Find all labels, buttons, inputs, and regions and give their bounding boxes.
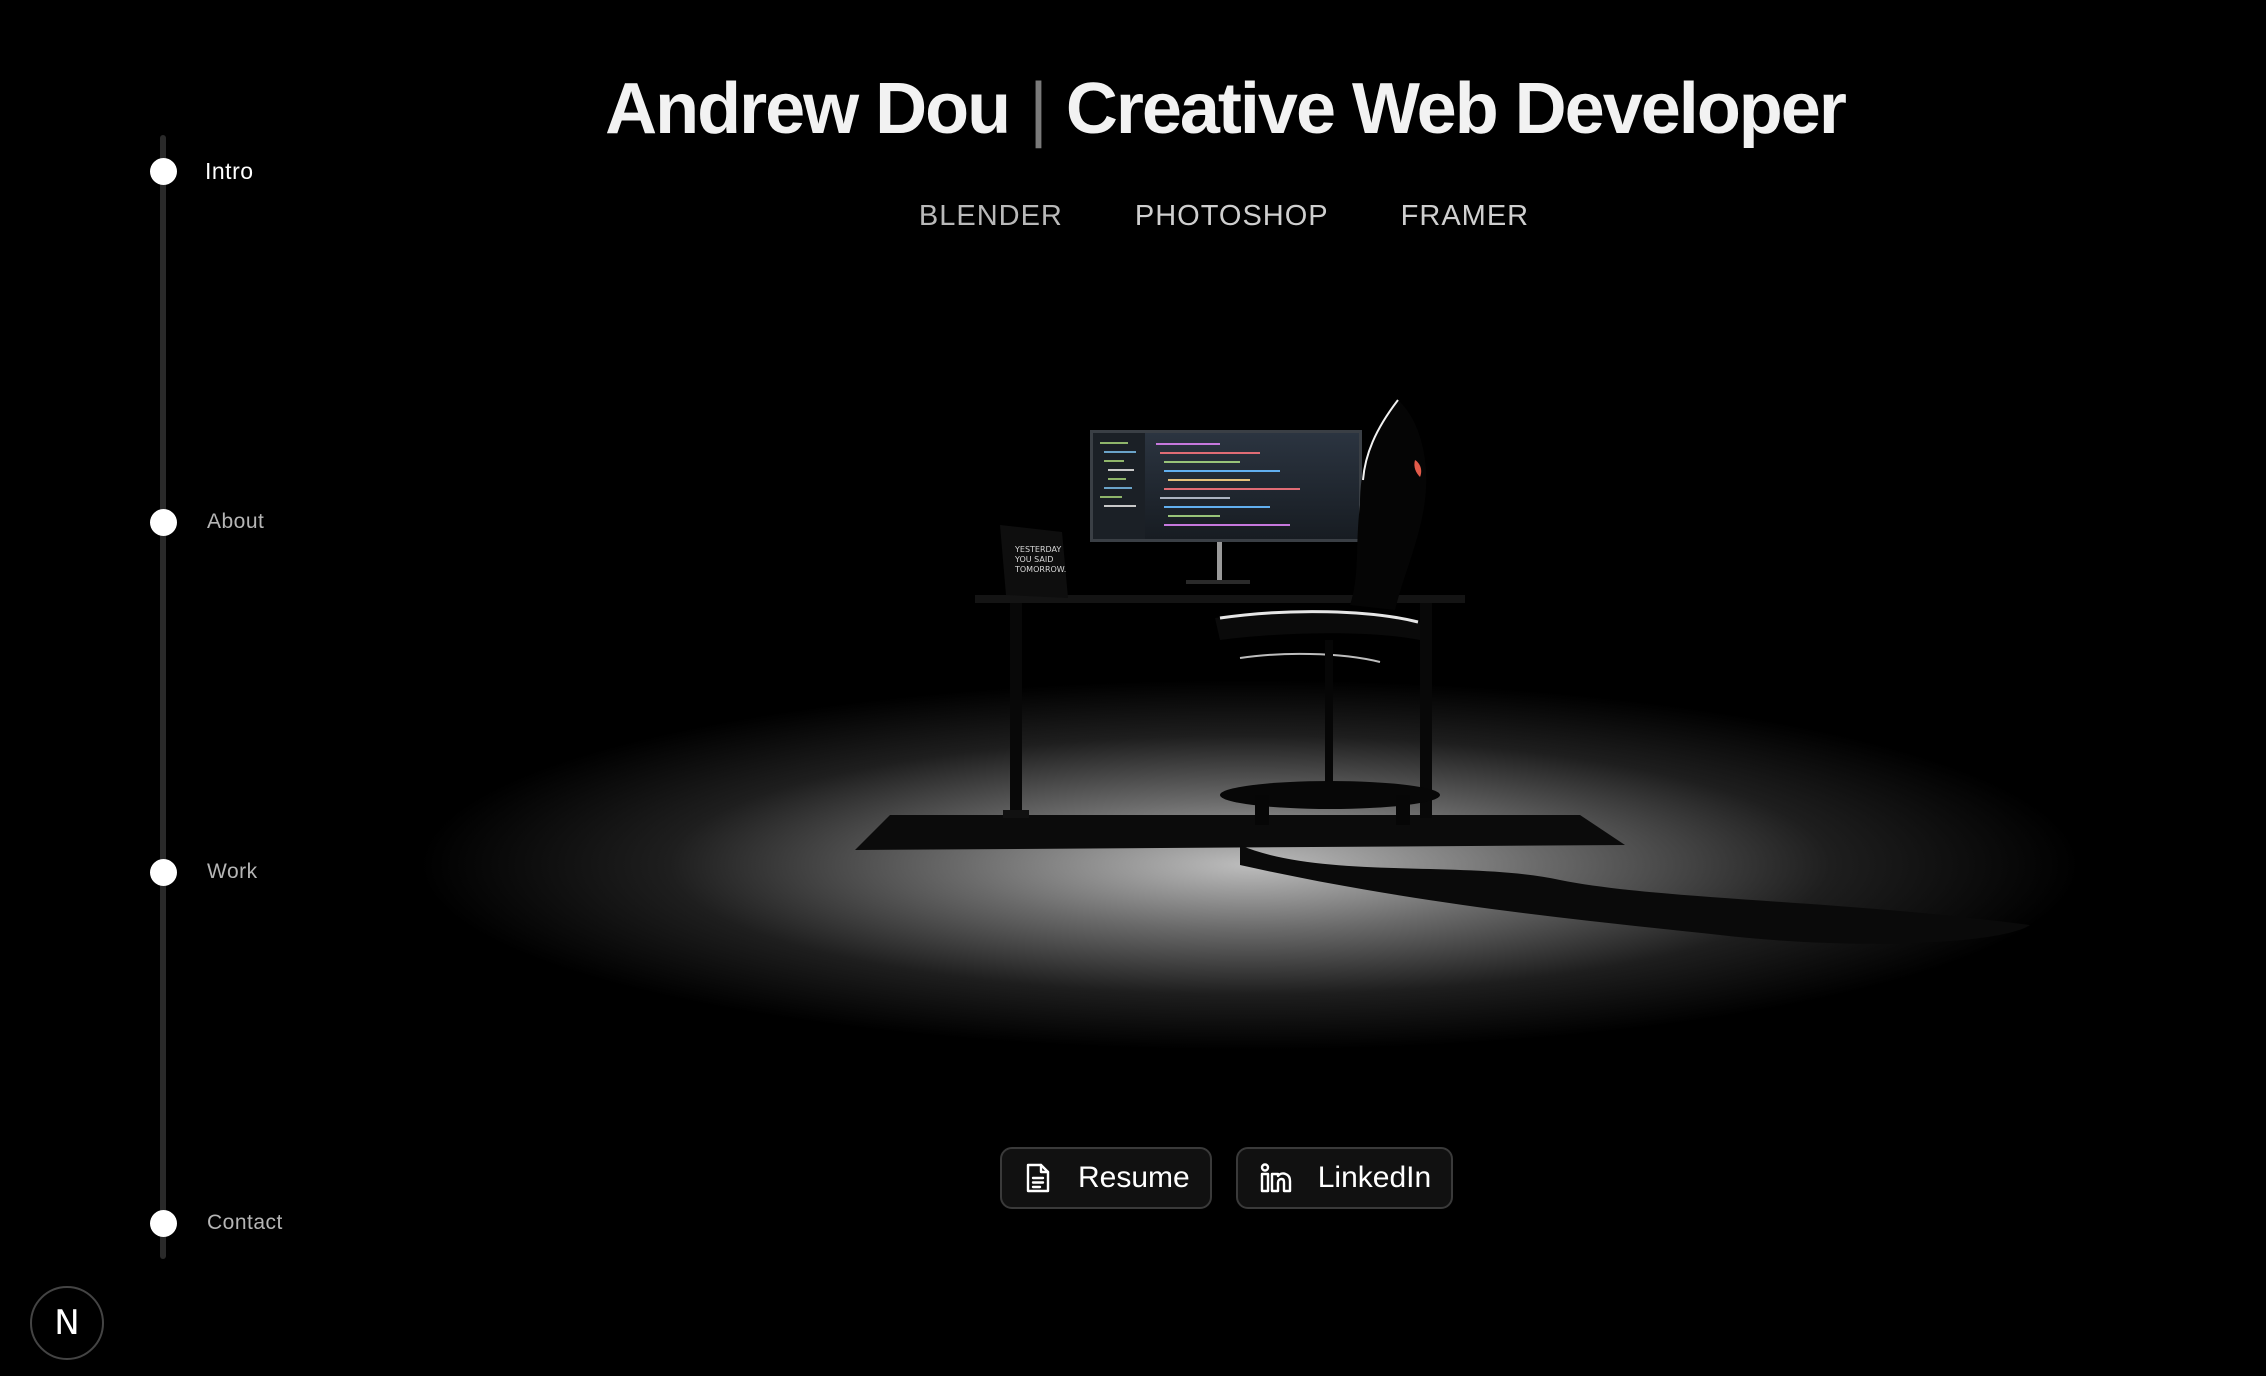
nav-item-contact[interactable]: Contact [150, 1208, 283, 1238]
timeline-dot [150, 508, 177, 536]
nav-item-label: Contact [207, 1211, 283, 1234]
poster-line-1: YESTERDAY [1014, 545, 1061, 554]
monitor [1090, 430, 1362, 584]
nav-item-intro[interactable]: Intro [150, 156, 254, 186]
poster-line-2: YOU SAID [1014, 555, 1053, 564]
title-role: Creative Web Developer [1065, 69, 1847, 149]
nav-item-label: Intro [205, 157, 254, 184]
rug [855, 815, 1625, 850]
logo-letter: N [54, 1303, 80, 1343]
site-logo-button[interactable]: N [30, 1286, 104, 1360]
timeline-dot [150, 157, 177, 185]
timeline-dot [150, 1209, 177, 1237]
nav-item-about[interactable]: About [150, 507, 264, 537]
nav-item-label: About [207, 510, 265, 533]
linkedin-icon [1260, 1163, 1292, 1193]
timeline-track [160, 135, 166, 1259]
linkedin-button-label: LinkedIn [1317, 1161, 1432, 1194]
document-icon [1024, 1162, 1052, 1194]
linkedin-button[interactable]: LinkedIn [1235, 1147, 1454, 1209]
nav-item-work[interactable]: Work [150, 857, 258, 887]
nav-item-label: Work [207, 860, 258, 883]
workspace-3d-scene[interactable]: YESTERDAY YOU SAID TOMORROW. [420, 340, 2260, 1100]
timeline-dot [150, 858, 177, 886]
poster: YESTERDAY YOU SAID TOMORROW. [1000, 525, 1068, 598]
skill-framer: FRAMER [1400, 200, 1530, 232]
poster-line-3: TOMORROW. [1014, 565, 1066, 574]
skill-photoshop: PHOTOSHOP [1134, 200, 1329, 232]
resume-button[interactable]: Resume [1000, 1147, 1212, 1209]
skills-list: BLENDER PHOTOSHOP FRAMER [0, 200, 2266, 233]
action-buttons: Resume LinkedIn [1000, 1147, 1454, 1209]
page-title: Andrew Dou | Creative Web Developer [0, 68, 2266, 150]
title-name: Andrew Dou [605, 69, 1011, 149]
title-separator: | [1029, 69, 1048, 149]
resume-button-label: Resume [1078, 1161, 1190, 1194]
skill-blender: BLENDER [918, 200, 1063, 232]
